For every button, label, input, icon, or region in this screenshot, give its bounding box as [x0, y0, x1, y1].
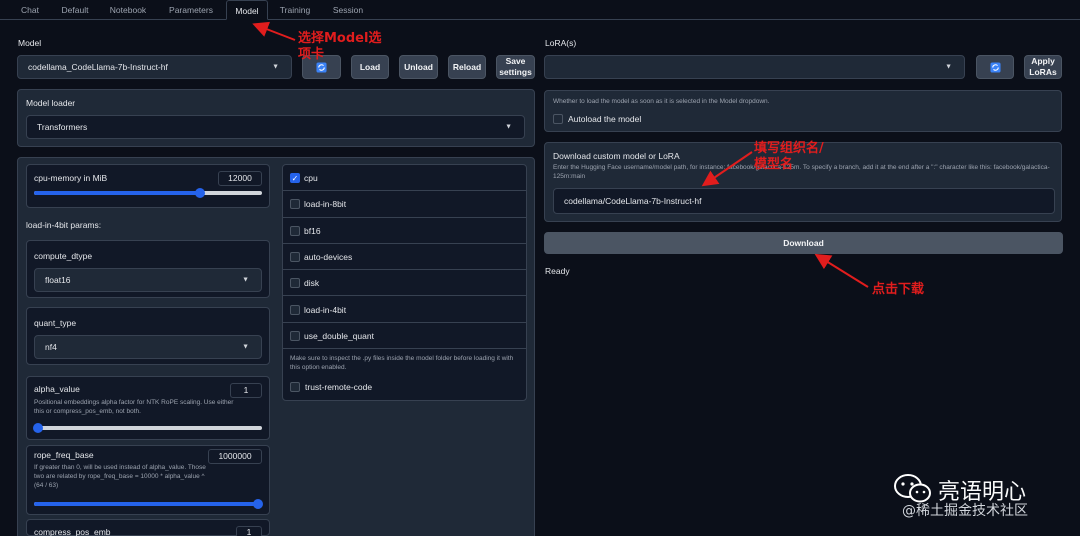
annotation-select-model-tab: 选择Model选项卡 — [298, 31, 382, 62]
arrow-to-download-input — [701, 151, 753, 187]
watermark-site: @稀土掘金技术社区 — [902, 503, 1028, 519]
arrow-to-model-tab — [252, 21, 296, 41]
annotation-arrows — [252, 21, 869, 288]
arrow-to-download-button — [814, 253, 869, 288]
annotation-fill-model-name: 填写组织名/模型名 — [754, 141, 824, 172]
annotation-click-download: 点击下载 — [872, 282, 925, 297]
